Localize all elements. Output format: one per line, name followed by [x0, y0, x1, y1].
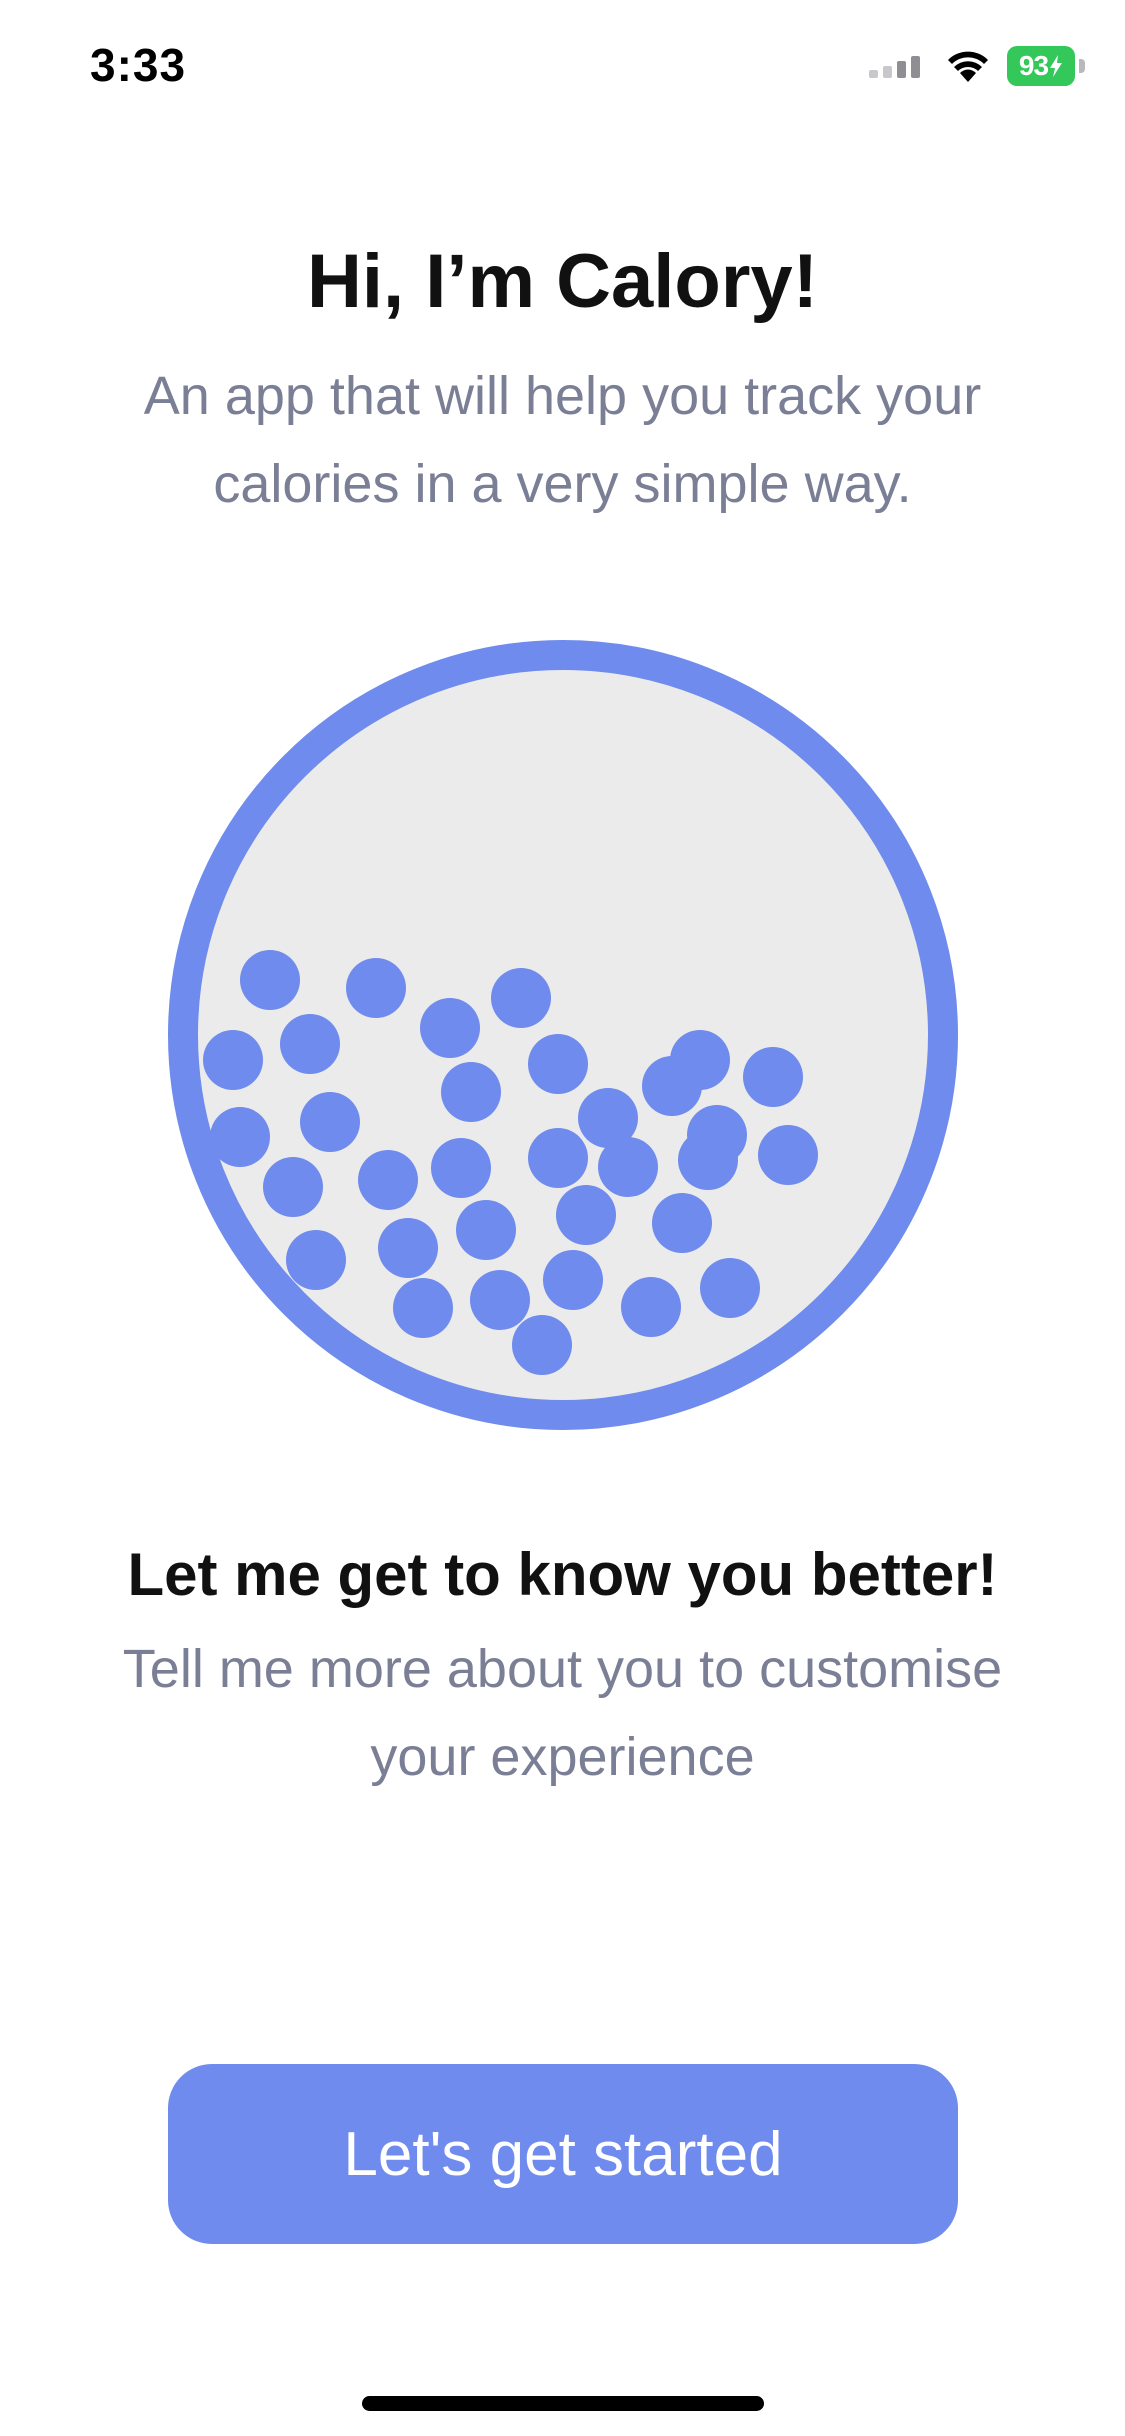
calorie-ball	[431, 1138, 491, 1198]
calorie-ball	[358, 1150, 418, 1210]
onboarding-title: Let me get to know you better!	[127, 1541, 998, 1608]
calorie-ball	[642, 1056, 702, 1116]
calorie-ball	[598, 1137, 658, 1197]
battery-cap	[1079, 59, 1085, 73]
calorie-ball	[528, 1128, 588, 1188]
calorie-ball	[743, 1047, 803, 1107]
calorie-ball	[700, 1258, 760, 1318]
calorie-ball	[528, 1034, 588, 1094]
calorie-ball	[441, 1062, 501, 1122]
status-icons: 93	[869, 46, 1085, 86]
home-indicator[interactable]	[362, 2396, 764, 2411]
intro-title: Hi, I’m Calory!	[307, 239, 818, 324]
calorie-ball	[346, 958, 406, 1018]
calorie-ball	[210, 1107, 270, 1167]
wifi-icon	[948, 51, 988, 82]
bolt-icon	[1050, 55, 1063, 77]
calorie-ball	[456, 1200, 516, 1260]
calorie-ball	[652, 1193, 712, 1253]
calorie-bowl-icon	[168, 640, 958, 1430]
calorie-ball	[263, 1157, 323, 1217]
cellular-signal-icon	[869, 56, 920, 78]
calorie-ball	[203, 1030, 263, 1090]
status-time: 3:33	[90, 39, 187, 91]
battery-body: 93	[1007, 46, 1075, 86]
intro-subtitle: An app that will help you track your cal…	[143, 366, 982, 514]
status-bar: 3:33 93	[0, 0, 1125, 130]
calorie-ball	[240, 950, 300, 1010]
calorie-ball	[758, 1125, 818, 1185]
calorie-ball	[280, 1014, 340, 1074]
battery-level: 93	[1018, 50, 1049, 81]
get-started-button[interactable]: Let's get started	[168, 2064, 958, 2244]
calorie-ball	[378, 1218, 438, 1278]
calorie-ball	[543, 1250, 603, 1310]
calorie-ball	[556, 1185, 616, 1245]
calorie-ball	[491, 968, 551, 1028]
calorie-ball	[470, 1270, 530, 1330]
battery-charging-icon: 93	[1007, 46, 1085, 86]
calorie-ball	[300, 1092, 360, 1152]
calorie-ball	[286, 1230, 346, 1290]
calorie-ball	[621, 1277, 681, 1337]
calorie-ball	[393, 1278, 453, 1338]
onboarding-subtitle: Tell me more about you to customise your…	[122, 1639, 1003, 1787]
calorie-ball	[420, 998, 480, 1058]
calorie-ball	[512, 1315, 572, 1375]
calorie-ball	[678, 1130, 738, 1190]
